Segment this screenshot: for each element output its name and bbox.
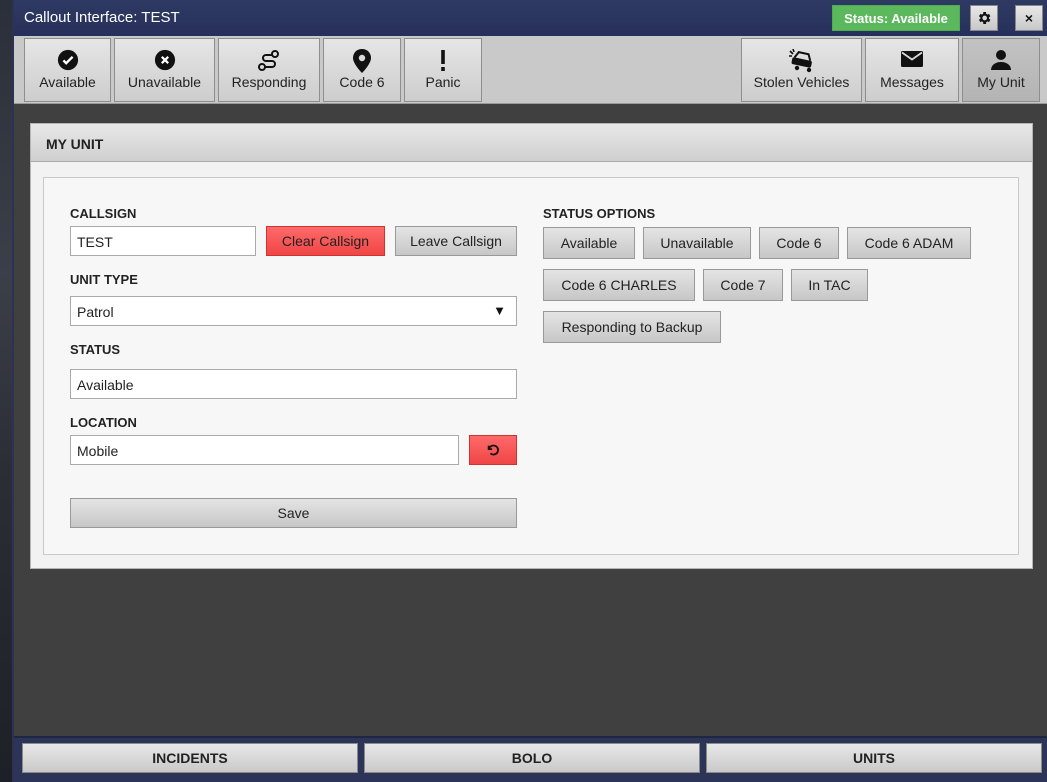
window-title: Callout Interface: TEST	[24, 9, 180, 26]
status-badge: Status: Available	[832, 5, 960, 31]
status-option-button[interactable]: Code 6 ADAM	[847, 227, 971, 259]
user-icon	[991, 50, 1011, 70]
status-option-button[interactable]: In TAC	[791, 269, 868, 301]
toolbar-available-button[interactable]: Available	[24, 38, 111, 102]
reset-location-button[interactable]	[469, 435, 517, 465]
exclamation-icon	[441, 50, 445, 71]
panel-body: CALLSIGN TEST Clear Callsign Leave Calls…	[43, 177, 1019, 555]
leave-callsign-button[interactable]: Leave Callsign	[395, 226, 517, 256]
toolbar-stolen-vehicles-label: Stolen Vehicles	[753, 74, 850, 90]
toolbar-panic-button[interactable]: Panic	[404, 38, 482, 102]
status-option-button[interactable]: Responding to Backup	[543, 311, 721, 343]
x-circle-icon	[154, 49, 175, 71]
status-input[interactable]: Available	[70, 369, 517, 399]
toolbar-responding-label: Responding	[231, 74, 307, 90]
tab-incidents[interactable]: INCIDENTS	[22, 743, 358, 773]
car-crash-icon	[788, 49, 812, 73]
callsign-input[interactable]: TEST	[70, 226, 256, 256]
clear-callsign-button[interactable]: Clear Callsign	[266, 226, 385, 256]
check-circle-icon	[57, 49, 78, 71]
toolbar-unavailable-label: Unavailable	[127, 74, 202, 90]
callsign-label: CALLSIGN	[70, 206, 137, 221]
toolbar-messages-button[interactable]: Messages	[865, 38, 959, 102]
status-option-button[interactable]: Available	[543, 227, 635, 259]
panel-header: MY UNIT	[31, 124, 1032, 162]
toolbar-messages-label: Messages	[880, 74, 944, 90]
location-input[interactable]: Mobile	[70, 435, 459, 465]
unit-type-value: Patrol	[77, 304, 114, 320]
unit-type-select[interactable]: Patrol ▼	[70, 296, 517, 326]
toolbar: Available Unavailable Responding Code 6	[14, 36, 1047, 104]
bottom-tab-bar: INCIDENTS BOLO UNITS	[14, 736, 1047, 782]
save-button[interactable]: Save	[70, 498, 517, 528]
settings-button[interactable]	[970, 5, 998, 31]
route-icon	[258, 50, 279, 71]
unit-type-label: UNIT TYPE	[70, 272, 138, 287]
title-bar: Callout Interface: TEST Status: Availabl…	[14, 0, 1047, 36]
envelope-icon	[901, 51, 923, 67]
chevron-down-icon: ▼	[493, 303, 506, 318]
tab-bolo[interactable]: BOLO	[364, 743, 700, 773]
status-label: STATUS	[70, 342, 121, 357]
status-options-label: STATUS OPTIONS	[543, 206, 656, 221]
gear-icon	[979, 12, 991, 24]
undo-icon	[487, 444, 499, 456]
tab-units[interactable]: UNITS	[706, 743, 1042, 773]
close-button[interactable]: ×	[1015, 5, 1043, 31]
toolbar-my-unit-label: My Unit	[977, 74, 1025, 90]
toolbar-stolen-vehicles-button[interactable]: Stolen Vehicles	[741, 38, 862, 102]
main-content: MY UNIT CALLSIGN TEST Clear Callsign Lea…	[14, 105, 1047, 735]
my-unit-panel: MY UNIT CALLSIGN TEST Clear Callsign Lea…	[30, 123, 1033, 569]
toolbar-panic-label: Panic	[425, 74, 461, 90]
desktop-background	[0, 0, 12, 782]
status-option-button[interactable]: Code 6 CHARLES	[543, 269, 695, 301]
close-icon: ×	[1024, 10, 1034, 26]
toolbar-code6-label: Code 6	[339, 74, 385, 90]
location-label: LOCATION	[70, 415, 137, 430]
toolbar-code6-button[interactable]: Code 6	[323, 38, 401, 102]
map-pin-icon	[353, 49, 371, 73]
status-option-button[interactable]: Code 6	[759, 227, 839, 259]
toolbar-unavailable-button[interactable]: Unavailable	[114, 38, 215, 102]
toolbar-available-label: Available	[39, 74, 96, 90]
status-option-button[interactable]: Unavailable	[643, 227, 751, 259]
toolbar-responding-button[interactable]: Responding	[218, 38, 320, 102]
callout-window: Callout Interface: TEST Status: Availabl…	[12, 0, 1047, 782]
toolbar-my-unit-button[interactable]: My Unit	[962, 38, 1040, 102]
status-option-button[interactable]: Code 7	[703, 269, 783, 301]
